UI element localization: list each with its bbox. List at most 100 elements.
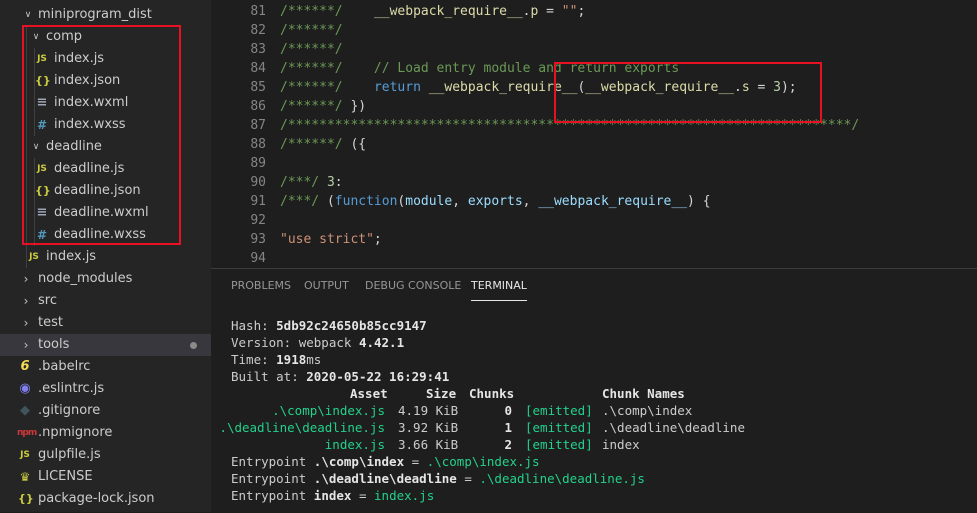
terminal-line-time: Time: 1918ms	[231, 351, 321, 368]
chunk-name-cell: .\comp\index	[602, 403, 693, 418]
tree-label: index.wxss	[54, 117, 126, 132]
tree-folder-test[interactable]: › test	[0, 312, 211, 334]
tree-file-eslintrc[interactable]: ◉ .eslintrc.js	[0, 378, 211, 400]
version-value: 4.42.1	[358, 335, 405, 350]
tree-label: deadline.wxml	[54, 205, 149, 220]
chunk-cell: 0	[504, 403, 512, 418]
entrypoint-line: Entrypoint .\comp\index = .\comp\index.j…	[231, 453, 540, 470]
code-line[interactable]: 94	[211, 249, 977, 268]
chunk-cell: 1	[504, 420, 512, 435]
tree-label: gulpfile.js	[38, 447, 101, 462]
tree-label: LICENSE	[38, 469, 93, 484]
tree-file-package-lock[interactable]: {} package-lock.json	[0, 488, 211, 510]
code-token: .	[734, 80, 742, 95]
tab-problems[interactable]: PROBLEMS	[231, 278, 291, 300]
tree-file-deadline-wxml[interactable]: ≡ deadline.wxml	[0, 202, 211, 224]
tree-file-gulpfile[interactable]: JS gulpfile.js	[0, 444, 211, 466]
tree-folder-src[interactable]: › src	[0, 290, 211, 312]
code-token: __webpack_require__	[585, 80, 734, 95]
code-token: =	[749, 80, 774, 95]
entrypoint-prefix: Entrypoint	[231, 488, 314, 503]
version-label: Version: webpack	[231, 335, 359, 350]
tree-label: deadline.js	[54, 161, 125, 176]
code-line[interactable]: 91/***/ (function(module, exports, __web…	[211, 192, 977, 211]
tree-file-index-json[interactable]: {} index.json	[0, 70, 211, 92]
code-token: function	[334, 194, 398, 209]
code-line[interactable]: 84 /******/ // Load entry module and retu…	[211, 59, 977, 78]
entrypoint-name: .\comp\index	[313, 454, 405, 469]
code-editor[interactable]: 81/******/ __webpack_require__.p = ""; 82…	[211, 0, 977, 268]
code-token: ;	[373, 232, 382, 247]
code-token: __webpack_require__	[373, 4, 523, 19]
asset-cell: .\deadline\deadline.js	[219, 420, 385, 435]
line-number: 91	[250, 194, 266, 209]
tree-file-deadline-wxss[interactable]: # deadline.wxss	[0, 224, 211, 246]
code-token: ) {	[687, 194, 711, 209]
header-chunk-names: Chunk Names	[602, 386, 685, 401]
entrypoint-name: index	[313, 488, 352, 503]
entrypoint-file: .\comp\index.js	[426, 454, 540, 469]
code-line[interactable]: 93 "use strict";	[211, 230, 977, 249]
tree-file-index-js-root[interactable]: JS index.js	[0, 246, 211, 268]
hash-value: 5db92c24650b85cc9147	[276, 318, 427, 333]
stylesheet-file-icon: #	[36, 118, 48, 132]
tree-file-deadline-json[interactable]: {} deadline.json	[0, 180, 211, 202]
code-line[interactable]: 82 /******/	[211, 21, 977, 40]
tree-file-gitignore[interactable]: ◆ .gitignore	[0, 400, 211, 422]
tree-folder-tools[interactable]: › tools	[0, 334, 211, 356]
javascript-file-icon: JS	[37, 54, 47, 64]
chevron-right-icon: ›	[23, 316, 29, 330]
tree-label: deadline	[46, 139, 102, 154]
code-text: "use strict";	[280, 230, 382, 249]
tree-folder-node-modules[interactable]: › node_modules	[0, 268, 211, 290]
code-text: /******/ // Load entry module and return…	[280, 59, 679, 78]
code-line[interactable]: 89	[211, 154, 977, 173]
tree-file-index-wxml[interactable]: ≡ index.wxml	[0, 92, 211, 114]
tree-label: comp	[46, 29, 83, 44]
entrypoint-file: .\deadline\deadline.js	[479, 471, 645, 486]
code-line[interactable]: 88 /******/ ({	[211, 135, 977, 154]
tree-file-babelrc[interactable]: 6 .babelrc	[0, 356, 211, 378]
tree-file-npmignore[interactable]: npm .npmignore	[0, 422, 211, 444]
code-token: =	[538, 4, 562, 19]
code-line[interactable]: 86 /******/ })	[211, 97, 977, 116]
size-cell: 4.19 KiB	[398, 403, 459, 418]
json-file-icon: {}	[35, 74, 51, 87]
javascript-file-icon: JS	[29, 252, 39, 262]
code-line[interactable]: 85 /******/ return __webpack_require__(__…	[211, 78, 977, 97]
time-label: Time:	[231, 352, 277, 367]
code-text: /******/	[280, 21, 343, 40]
tree-file-index-wxss[interactable]: # index.wxss	[0, 114, 211, 136]
git-file-icon: ◆	[20, 403, 30, 418]
javascript-file-icon: JS	[37, 164, 47, 174]
asset-row: index.js 3.66 KiB 2 [emitted] index	[231, 436, 951, 453]
tree-file-license[interactable]: ♛ LICENSE	[0, 466, 211, 488]
code-token: :	[334, 175, 343, 190]
tree-file-index-js[interactable]: JS index.js	[0, 48, 211, 70]
tab-terminal[interactable]: TERMINAL	[471, 278, 527, 301]
tree-folder-deadline[interactable]: ∨ deadline	[0, 136, 211, 158]
tree-file-deadline-js[interactable]: JS deadline.js	[0, 158, 211, 180]
tree-folder-miniprogram-dist[interactable]: ∨ miniprogram_dist	[0, 4, 211, 26]
code-token: /******/	[280, 137, 343, 152]
tab-output[interactable]: OUTPUT	[304, 278, 349, 300]
tree-label: .eslintrc.js	[38, 381, 105, 396]
code-token: (	[319, 194, 335, 209]
tree-folder-comp[interactable]: ∨ comp	[0, 26, 211, 48]
code-line[interactable]: 90 /***/ 3:	[211, 173, 977, 192]
license-file-icon: ♛	[19, 470, 31, 484]
line-number: 92	[250, 213, 266, 228]
code-token: "use strict"	[280, 232, 374, 247]
bottom-panel: PROBLEMS OUTPUT DEBUG CONSOLE TERMINAL H…	[211, 268, 977, 513]
size-cell: 3.92 KiB	[398, 420, 459, 435]
tab-debug-console[interactable]: DEBUG CONSOLE	[365, 278, 461, 300]
code-token: /******/	[280, 42, 343, 57]
chunk-name-cell: .\deadline\deadline	[602, 420, 745, 435]
code-line[interactable]: 92	[211, 211, 977, 230]
terminal-table-header: Asset Size Chunks Chunk Names	[231, 385, 951, 402]
code-line[interactable]: 81 /******/ __webpack_require__.p = "";	[211, 2, 977, 21]
code-line[interactable]: 87 /*************************************…	[211, 116, 977, 135]
asset-row: .\deadline\deadline.js 3.92 KiB 1 [emitted]…	[219, 419, 951, 436]
code-line[interactable]: 83 /******/	[211, 40, 977, 59]
